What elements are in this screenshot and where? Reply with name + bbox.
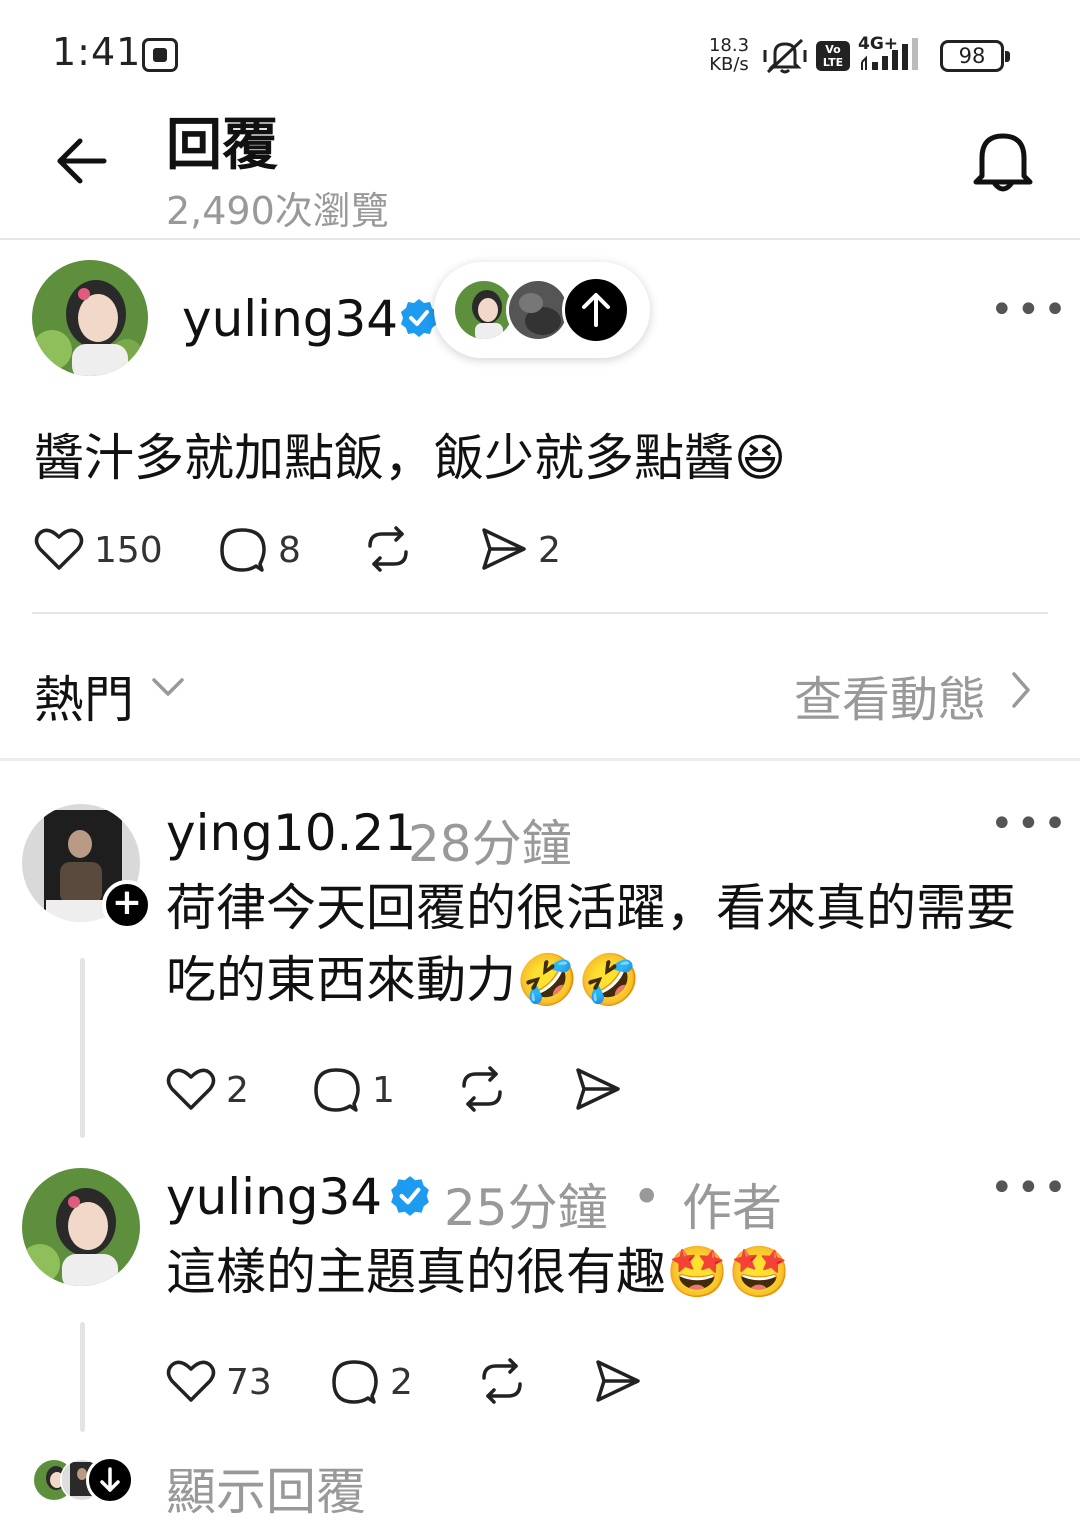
like-count: 73 [226, 1362, 272, 1403]
reply-username[interactable]: ying10.21 [166, 804, 416, 862]
share-count: 2 [538, 530, 561, 571]
dot-separator: • [632, 1168, 662, 1226]
heart-icon[interactable] [34, 526, 84, 572]
like-count: 2 [226, 1070, 249, 1111]
more-options-icon[interactable]: ••• [990, 1168, 1070, 1208]
reply-time: 25分鐘 [444, 1179, 608, 1237]
avatar[interactable] [32, 260, 148, 376]
page-title: 回覆 [166, 113, 278, 178]
share-icon[interactable] [480, 526, 528, 572]
reply-text-line: 這樣的主題真的很有趣🤩🤩 [166, 1243, 791, 1301]
heart-icon[interactable] [166, 1358, 216, 1404]
chevron-right-icon[interactable] [1010, 670, 1032, 710]
chevron-down-icon[interactable] [150, 672, 186, 700]
comment-count: 8 [278, 530, 301, 571]
bell-icon[interactable] [970, 128, 1036, 194]
reply-text-line: 吃的東西來動力🤣🤣 [166, 951, 641, 1009]
section-divider [0, 758, 1080, 761]
more-options-icon[interactable]: ••• [990, 290, 1070, 330]
comment-icon[interactable] [312, 1066, 360, 1114]
repost-icon[interactable] [364, 524, 412, 574]
notification-indicator-icon [142, 38, 178, 72]
share-icon[interactable] [574, 1066, 622, 1112]
share-icon[interactable] [594, 1358, 642, 1404]
arrow-down-icon[interactable] [86, 1456, 134, 1504]
speed-unit: KB/s [709, 54, 749, 75]
reply-time: 28分鐘 [408, 815, 572, 873]
thread-line [80, 1322, 85, 1432]
repost-icon[interactable] [478, 1356, 526, 1406]
header-divider [0, 238, 1080, 240]
repost-icon[interactable] [458, 1064, 506, 1114]
reply-username[interactable]: yuling34 [166, 1168, 382, 1226]
volte-icon: Vo LTE [816, 41, 850, 71]
status-time: 1:41 [52, 30, 142, 74]
back-arrow-icon[interactable] [56, 136, 108, 186]
more-options-icon[interactable]: ••• [990, 804, 1070, 844]
comment-count: 1 [372, 1070, 395, 1111]
thread-line [80, 958, 85, 1138]
battery-indicator: 98 [940, 40, 1010, 72]
view-count: 2,490次瀏覽 [166, 189, 389, 233]
heart-icon[interactable] [166, 1066, 216, 1112]
avatar[interactable] [22, 1168, 140, 1286]
follow-plus-button[interactable]: + [102, 880, 152, 930]
sort-dropdown[interactable]: 熱門 [34, 660, 134, 732]
post-text: 醬汁多就加點飯，飯少就多點醬😆 [34, 429, 787, 487]
network-speed: 18.3 KB/s [706, 36, 752, 74]
pill-avatar [506, 278, 570, 342]
mute-vibrate-icon [763, 38, 807, 74]
signal-icon [861, 38, 918, 70]
arrow-up-icon[interactable] [562, 276, 630, 344]
comment-icon[interactable] [218, 526, 266, 574]
comment-count: 2 [390, 1362, 413, 1403]
like-count: 150 [94, 530, 163, 571]
post-divider [32, 612, 1048, 614]
view-activity-link[interactable]: 查看動態 [794, 660, 986, 730]
verified-badge-icon [391, 1176, 429, 1216]
post-username[interactable]: yuling34 [182, 290, 398, 348]
speed-value: 18.3 [708, 35, 750, 56]
reply-text-line: 荷律今天回覆的很活躍，看來真的需要 [166, 879, 1016, 937]
author-tag: 作者 [682, 1179, 782, 1237]
show-replies-link[interactable]: 顯示回覆 [166, 1452, 366, 1523]
comment-icon[interactable] [330, 1358, 378, 1406]
